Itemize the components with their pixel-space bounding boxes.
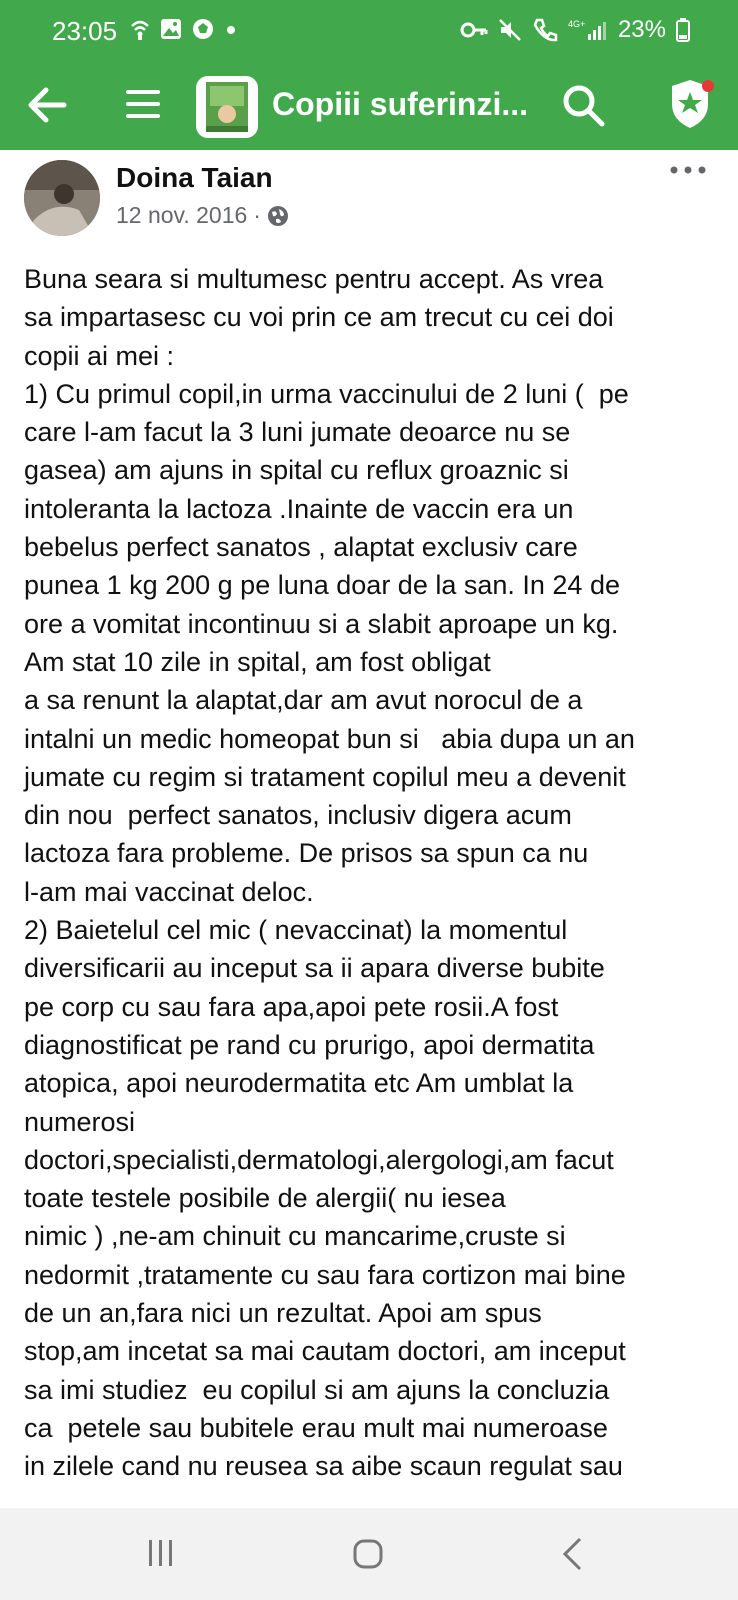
signal-icon: 4G+ (568, 19, 606, 40)
back-arrow-icon[interactable] (24, 82, 70, 128)
wifi-icon (131, 20, 149, 40)
dot-icon (227, 26, 235, 34)
globe-icon (267, 205, 288, 226)
group-title[interactable]: Copiii suferinzi... (272, 86, 528, 123)
menu-icon[interactable] (124, 84, 162, 124)
post-body: Buna seara si multumesc pentru accept. A… (24, 264, 635, 1482)
status-time: 23:05 (52, 16, 118, 46)
call-icon (533, 18, 558, 42)
home-icon[interactable] (352, 1538, 384, 1570)
meta-separator: · (253, 202, 261, 228)
group-thumbnail[interactable] (196, 76, 258, 138)
svg-text:4G+: 4G+ (568, 19, 585, 29)
app-bar: Copiii suferinzi... (0, 64, 738, 150)
battery-text: 23% (617, 16, 666, 43)
recent-apps-icon[interactable] (146, 1538, 176, 1568)
avatar-photo (24, 160, 100, 236)
group-cover-image (206, 82, 248, 132)
avatar[interactable] (24, 160, 100, 236)
post-meta: 12 nov. 2016 · (116, 202, 289, 229)
system-nav-bar (0, 1508, 738, 1600)
key-icon (460, 22, 488, 38)
status-left-icons (130, 18, 238, 40)
post-date[interactable]: 12 nov. 2016 (116, 202, 247, 229)
ball-icon (193, 19, 213, 39)
status-right-icons: 4G+ 23% (460, 16, 690, 44)
more-icon[interactable] (668, 160, 708, 180)
author-name[interactable]: Doina Taian (116, 162, 273, 194)
shield-star-icon[interactable] (662, 76, 718, 132)
battery-icon (676, 18, 690, 42)
image-icon (161, 19, 181, 39)
app-header: 23:05 4G+ 23% Copiii suferinzi... (0, 0, 738, 150)
mute-icon (499, 19, 521, 41)
search-icon[interactable] (560, 82, 606, 128)
nav-back-icon[interactable] (560, 1536, 584, 1572)
status-bar: 23:05 4G+ 23% (0, 0, 738, 64)
